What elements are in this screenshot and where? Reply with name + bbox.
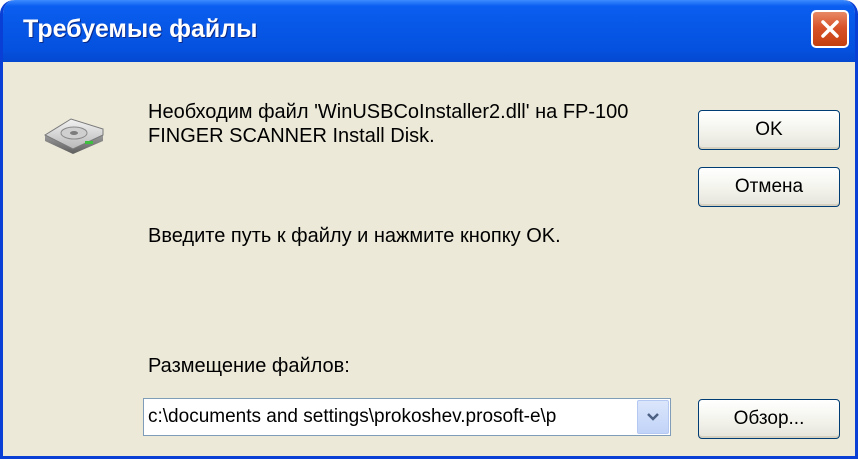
title-bar[interactable]: Требуемые файлы bbox=[3, 0, 855, 62]
disk-drive-icon bbox=[43, 118, 104, 154]
cancel-button[interactable]: Отмена bbox=[698, 167, 840, 207]
location-dropdown-button[interactable] bbox=[637, 400, 669, 434]
browse-button[interactable]: Обзор... bbox=[698, 399, 840, 439]
close-icon bbox=[821, 20, 839, 38]
file-location-label: Размещение файлов: bbox=[148, 355, 350, 377]
file-location-combobox[interactable] bbox=[143, 398, 671, 436]
instruction-text: Введите путь к файлу и нажмите кнопку OK… bbox=[148, 225, 561, 247]
file-location-input[interactable] bbox=[148, 399, 634, 435]
ok-button[interactable]: OK bbox=[698, 110, 840, 150]
dialog-window: Требуемые файлы Необходим файл 'WinUSBCo… bbox=[0, 0, 858, 459]
window-title: Требуемые файлы bbox=[23, 15, 258, 43]
close-button[interactable] bbox=[811, 10, 849, 48]
chevron-down-icon bbox=[647, 413, 659, 421]
missing-file-message: Необходим файл 'WinUSBCoInstaller2.dll' … bbox=[148, 101, 629, 147]
